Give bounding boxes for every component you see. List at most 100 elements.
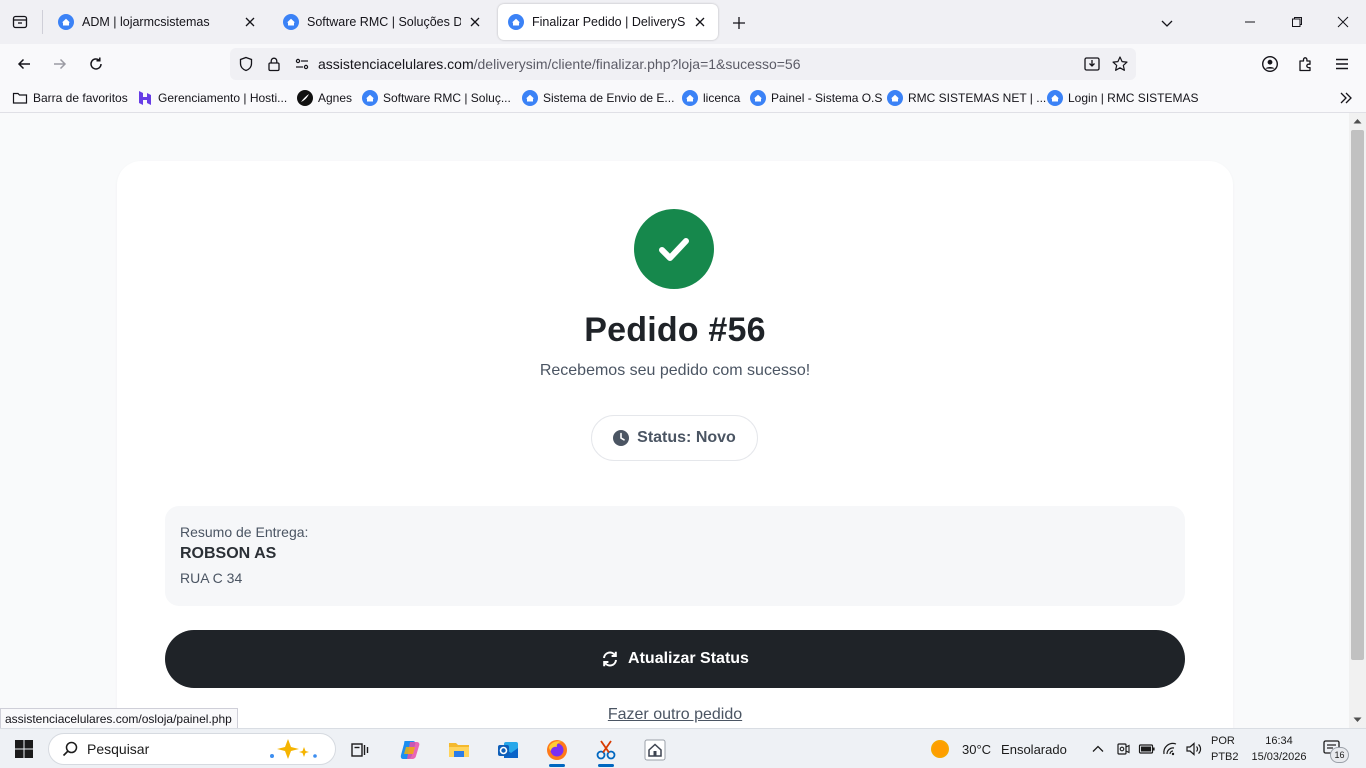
url-domain: assistenciacelulares.com [318, 56, 474, 72]
language-code: POR [1211, 735, 1235, 747]
sun-icon [931, 740, 949, 758]
new-tab-icon[interactable] [728, 12, 750, 34]
bookmark-software-rmc[interactable]: Software RMC | Soluç... [362, 88, 511, 108]
address-bar[interactable]: assistenciacelulares.com/deliverysim/cli… [230, 48, 1136, 80]
input-language[interactable]: POR PTB2 [1211, 733, 1239, 765]
running-indicator [549, 764, 565, 767]
wifi-icon[interactable] [1161, 739, 1181, 759]
restore-icon[interactable] [1273, 0, 1321, 44]
scroll-up-arrow-icon[interactable] [1349, 113, 1366, 129]
file-explorer-icon[interactable] [441, 733, 477, 767]
close-window-icon[interactable] [1319, 0, 1366, 44]
bookmark-label: Login | RMC SISTEMAS [1068, 91, 1199, 105]
order-title: Pedido #56 [584, 311, 766, 349]
bookmark-sistema-envio[interactable]: Sistema de Envio de E... [522, 88, 674, 108]
clock-time: 16:34 [1265, 735, 1293, 747]
chevron-up-icon[interactable] [1088, 739, 1108, 759]
tab-title: Finalizar Pedido | DeliverySim [532, 15, 686, 29]
home-favicon-icon [750, 90, 766, 106]
folder-icon [12, 92, 28, 104]
tab-separator [42, 10, 43, 34]
snipping-tool-icon[interactable] [588, 733, 624, 767]
bookmark-rmc-sistemas-net[interactable]: RMC SISTEMAS NET | ... [887, 88, 1046, 108]
home-favicon-icon [283, 14, 299, 30]
customer-name: ROBSON AS [180, 545, 277, 562]
bookmark-label: Barra de favoritos [33, 91, 128, 105]
copilot-app-icon[interactable] [392, 733, 428, 767]
bookmark-licenca[interactable]: licenca [682, 88, 740, 108]
home-favicon-icon [682, 90, 698, 106]
order-confirmation-card: Pedido #56 Recebemos seu pedido com suce… [117, 161, 1233, 728]
navigation-toolbar: assistenciacelulares.com/deliverysim/cli… [0, 44, 1366, 84]
outlook-icon[interactable] [490, 733, 526, 767]
bookmarks-toolbar: Barra de favoritos Gerenciamento | Hosti… [0, 84, 1366, 113]
tab-finalizar-pedido[interactable]: Finalizar Pedido | DeliverySim [498, 4, 718, 40]
sync-icon [603, 651, 618, 667]
clock-icon [613, 430, 630, 446]
link-status-tooltip: assistenciacelulares.com/osloja/painel.p… [0, 708, 238, 729]
tab-adm[interactable]: ADM | lojarmcsistemas [48, 4, 268, 40]
status-text: Status: Novo [637, 429, 736, 446]
back-arrow-icon[interactable] [10, 50, 38, 78]
delivery-summary: Resumo de Entrega: ROBSON AS RUA C 34 [165, 506, 1185, 606]
task-view-icon[interactable] [342, 733, 378, 767]
close-tab-icon[interactable] [242, 14, 258, 30]
bookmark-label: Sistema de Envio de E... [543, 91, 675, 105]
minimize-icon[interactable] [1226, 0, 1274, 44]
bookmark-gerenciamento[interactable]: Gerenciamento | Hosti... [137, 88, 287, 108]
home-favicon-icon [887, 90, 903, 106]
home-app-icon[interactable] [637, 733, 673, 767]
close-tab-icon[interactable] [692, 14, 708, 30]
lock-icon[interactable] [260, 50, 288, 78]
reload-icon[interactable] [82, 50, 110, 78]
new-order-link[interactable]: Fazer outro pedido [117, 706, 1233, 724]
bookmark-login-rmc[interactable]: Login | RMC SISTEMAS [1047, 88, 1199, 108]
scrollbar-thumb[interactable] [1351, 130, 1364, 660]
scroll-down-arrow-icon[interactable] [1349, 712, 1366, 728]
bookmark-painel[interactable]: Painel - Sistema O.S [750, 88, 882, 108]
bookmark-label: RMC SISTEMAS NET | ... [908, 91, 1047, 105]
url-path: /deliverysim/cliente/finalizar.php?loja=… [473, 56, 801, 72]
tab-title: Software RMC | Soluções Digita [307, 15, 461, 29]
tab-overview-icon[interactable] [0, 0, 40, 44]
forward-arrow-icon[interactable] [46, 50, 74, 78]
summary-label: Resumo de Entrega: [180, 524, 309, 540]
page-scrollbar[interactable] [1349, 113, 1366, 728]
bookmark-label: Gerenciamento | Hosti... [158, 91, 288, 105]
site-permissions-icon[interactable] [288, 50, 316, 78]
home-favicon-icon [522, 90, 538, 106]
home-favicon-icon [508, 14, 524, 30]
windows-start-icon[interactable] [14, 739, 34, 759]
shield-icon[interactable] [232, 50, 260, 78]
hostinger-icon [139, 91, 151, 105]
close-tab-icon[interactable] [467, 14, 483, 30]
meet-now-icon[interactable] [1113, 739, 1133, 759]
save-to-device-icon[interactable] [1078, 50, 1106, 78]
home-favicon-icon [58, 14, 74, 30]
running-indicator [598, 764, 614, 767]
refresh-status-button[interactable]: Atualizar Status [165, 630, 1185, 688]
order-subtitle: Recebemos seu pedido com sucesso! [539, 362, 811, 379]
double-chevron-right-icon[interactable] [1336, 88, 1356, 108]
bookmarks-folder[interactable]: Barra de favoritos [12, 88, 128, 108]
taskbar-search[interactable]: Pesquisar [48, 733, 336, 765]
bookmark-star-icon[interactable] [1106, 50, 1134, 78]
system-clock[interactable]: 16:34 15/03/2026 [1246, 733, 1312, 765]
chevron-down-icon[interactable] [1156, 12, 1178, 34]
tab-bar: ADM | lojarmcsistemas Software RMC | Sol… [0, 0, 1366, 44]
weather-widget[interactable]: 30°C Ensolarado [930, 737, 1067, 761]
bookmark-agnes[interactable]: Agnes [297, 88, 352, 108]
tab-software-rmc[interactable]: Software RMC | Soluções Digita [273, 4, 493, 40]
account-icon[interactable] [1256, 50, 1284, 78]
bookmark-label: Software RMC | Soluç... [383, 91, 511, 105]
clock-date: 15/03/2026 [1251, 751, 1307, 763]
success-check-icon [634, 209, 714, 289]
copilot-sparkle-icon [270, 739, 317, 759]
battery-icon[interactable] [1137, 739, 1157, 759]
volume-icon[interactable] [1184, 739, 1204, 759]
menu-icon[interactable] [1328, 50, 1356, 78]
firefox-icon[interactable] [539, 733, 575, 767]
weather-description: Ensolarado [1001, 741, 1067, 757]
extensions-icon[interactable] [1292, 50, 1320, 78]
url-text[interactable]: assistenciacelulares.com/deliverysim/cli… [318, 56, 800, 72]
